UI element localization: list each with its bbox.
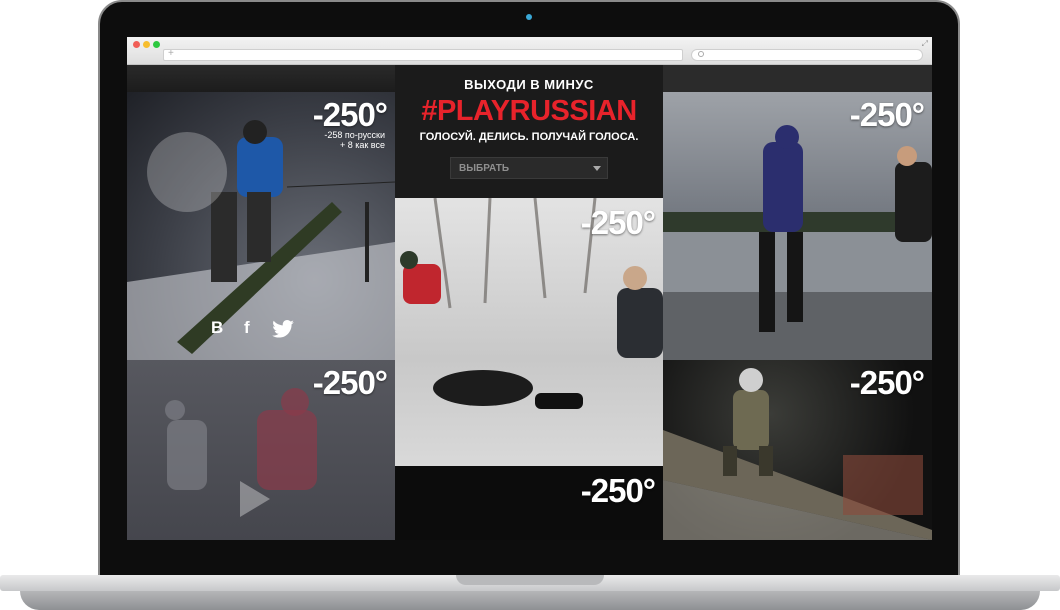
promo-hashtag: #PLAYRUSSIAN <box>421 95 637 127</box>
promo-tagline: ГОЛОСУЙ. ДЕЛИСЬ. ПОЛУЧАЙ ГОЛОСА. <box>419 131 639 143</box>
tile-hockey[interactable]: -250° <box>127 360 395 540</box>
facebook-icon[interactable]: f <box>244 318 250 338</box>
promo-panel: ВЫХОДИ В МИНУС #PLAYRUSSIAN ГОЛОСУЙ. ДЕЛ… <box>395 65 663 198</box>
laptop-base-bottom <box>20 591 1040 610</box>
degree-label: -250° <box>312 96 388 133</box>
play-icon[interactable] <box>240 481 270 517</box>
close-window-button[interactable] <box>133 41 140 48</box>
address-bar[interactable]: + <box>163 48 683 61</box>
dropdown-caret-icon <box>593 166 601 171</box>
search-icon <box>698 51 704 57</box>
degree-label: -250° <box>580 204 656 241</box>
twitter-icon[interactable] <box>272 320 294 338</box>
tile-runners[interactable]: -250° <box>663 92 932 360</box>
page-content: -250° -258 по-русски + 8 как все B f -25… <box>127 65 932 540</box>
degree-label: -250° <box>849 364 925 401</box>
top-strip-right <box>663 65 932 92</box>
browser-toolbar: + ⤢ <box>127 37 932 65</box>
promo-heading: ВЫХОДИ В МИНУС <box>464 77 594 92</box>
top-strip-left <box>127 65 395 92</box>
tile-rail[interactable]: -250° <box>663 360 932 540</box>
laptop-base <box>0 575 1060 610</box>
new-tab-icon[interactable]: + <box>168 48 174 59</box>
vk-icon[interactable]: B <box>211 318 223 338</box>
vote-select[interactable]: ВЫБРАТЬ <box>450 157 608 179</box>
fullscreen-icon[interactable]: ⤢ <box>922 39 928 49</box>
degree-subtitle: -258 по-русски + 8 как все <box>324 130 385 150</box>
zoom-window-button[interactable] <box>153 41 160 48</box>
degree-label: -250° <box>580 472 656 509</box>
tile-snow-fall[interactable]: -250° <box>395 198 663 466</box>
tile-snowboard[interactable]: -250° -258 по-русски + 8 как все B f <box>127 92 395 360</box>
laptop-notch <box>456 575 604 585</box>
degree-subtitle-line1: -258 по-русски <box>324 130 385 140</box>
search-field[interactable] <box>691 49 923 61</box>
degree-label: -250° <box>312 364 388 401</box>
minimize-window-button[interactable] <box>143 41 150 48</box>
tile-dark[interactable]: -250° <box>395 466 663 540</box>
degree-label: -250° <box>849 96 925 133</box>
browser-window: + ⤢ -250° -258 по-русски + 8 как все B f… <box>127 37 932 540</box>
vote-select-value: ВЫБРАТЬ <box>459 163 510 174</box>
degree-subtitle-line2: + 8 как все <box>339 140 385 150</box>
camera <box>526 14 532 20</box>
